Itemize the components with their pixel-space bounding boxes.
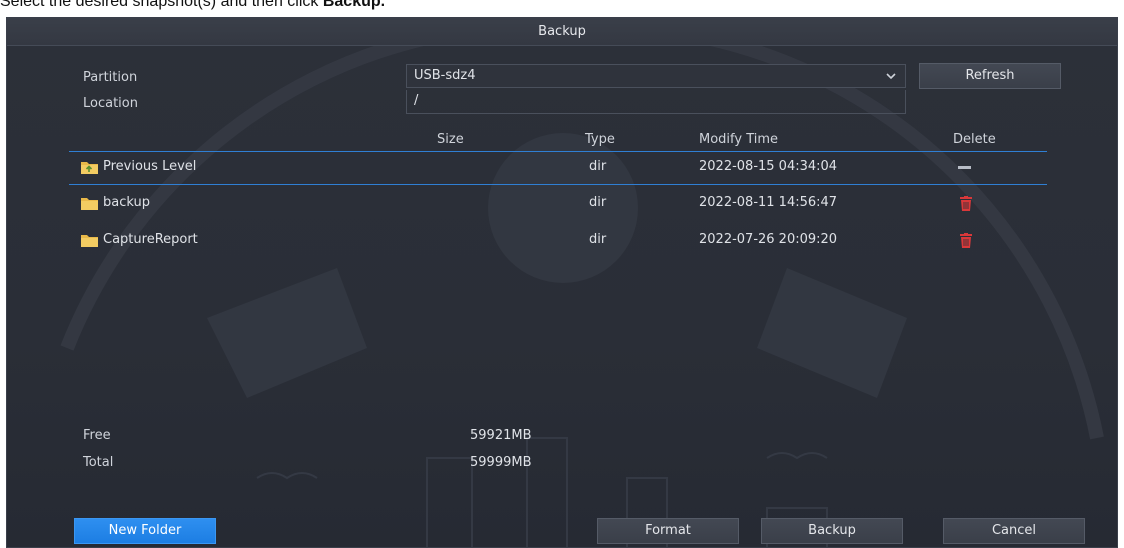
column-delete: Delete (953, 132, 996, 147)
column-modify-time: Modify Time (699, 132, 779, 147)
backup-dialog: Backup Partition USB-sdz4 Refresh Locati… (6, 17, 1118, 548)
row-type: dir (589, 195, 607, 210)
total-label: Total (83, 455, 114, 470)
column-type: Type (585, 132, 615, 147)
trash-icon[interactable] (960, 233, 972, 248)
total-value: 59999MB (470, 455, 532, 470)
folder-icon (81, 235, 98, 247)
row-name: Previous Level (103, 159, 197, 174)
folder-up-icon (81, 162, 98, 174)
row-type: dir (589, 232, 607, 247)
cancel-button[interactable]: Cancel (943, 518, 1085, 544)
instruction-text: Select the desired snapshot(s) and then … (0, 0, 1124, 13)
dash-icon (958, 166, 971, 169)
partition-select[interactable]: USB-sdz4 (406, 64, 906, 88)
free-value: 59921MB (470, 428, 532, 443)
column-size: Size (437, 132, 464, 147)
instruction-emphasis: Backup. (322, 0, 386, 10)
location-field[interactable]: / (406, 90, 906, 114)
instruction-plain: Select the desired snapshot(s) and then … (0, 0, 323, 10)
location-label: Location (83, 96, 138, 111)
free-label: Free (83, 428, 111, 443)
row-modify-time: 2022-08-15 04:34:04 (699, 159, 838, 174)
partition-value: USB-sdz4 (414, 68, 476, 83)
row-name: CaptureReport (103, 232, 198, 247)
row-name: backup (103, 195, 150, 210)
table-row[interactable]: CaptureReport dir 2022-07-26 20:09:20 (69, 225, 1047, 257)
table-header: Size Type Modify Time Delete (69, 128, 1047, 152)
dialog-title: Backup (7, 18, 1117, 46)
row-modify-time: 2022-08-11 14:56:47 (699, 195, 838, 210)
row-modify-time: 2022-07-26 20:09:20 (699, 232, 838, 247)
chevron-down-icon (885, 67, 897, 88)
backup-button[interactable]: Backup (761, 518, 903, 544)
format-button[interactable]: Format (597, 518, 739, 544)
table-row[interactable]: backup dir 2022-08-11 14:56:47 (69, 188, 1047, 220)
refresh-button[interactable]: Refresh (919, 63, 1061, 89)
table-row[interactable]: Previous Level dir 2022-08-15 04:34:04 (69, 152, 1047, 184)
partition-label: Partition (83, 70, 138, 85)
new-folder-button[interactable]: New Folder (74, 518, 216, 544)
folder-icon (81, 198, 98, 210)
selection-divider (69, 184, 1047, 185)
trash-icon[interactable] (960, 196, 972, 211)
location-value: / (414, 93, 419, 108)
row-type: dir (589, 159, 607, 174)
